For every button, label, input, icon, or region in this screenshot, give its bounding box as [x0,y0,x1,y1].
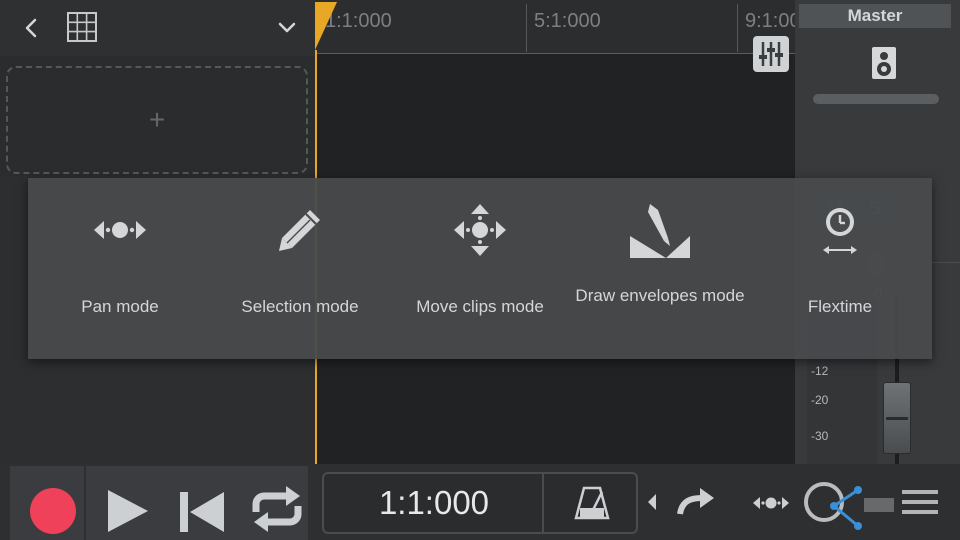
db-label: -30 [811,429,829,443]
record-button[interactable] [10,466,84,540]
flextime-clock-icon [823,208,857,254]
move-arrows-icon [454,204,506,256]
skip-to-start-icon [180,492,224,532]
master-volume-fader[interactable] [883,382,911,454]
add-track-plus: + [148,104,166,135]
transport-bar: 1:1:000 [0,464,960,540]
flextime-mode-button[interactable]: Flextime [750,178,930,359]
mode-label: Draw envelopes mode [570,285,750,306]
top-toolbar [0,0,315,56]
add-track-button[interactable]: + [6,66,308,174]
pan-mode-button[interactable]: Pan mode [30,178,210,359]
pencil-icon [279,210,320,251]
rewind-to-start-button[interactable] [160,466,234,540]
master-title: Master [799,4,951,28]
loop-button[interactable] [234,466,308,540]
time-value: 1:1:000 [378,484,490,521]
move-clips-mode-button[interactable]: Move clips mode [390,178,570,359]
scroll-left-icon[interactable] [646,492,658,512]
db-label: -12 [811,364,829,378]
metronome-icon[interactable] [574,486,610,520]
mode-label: Move clips mode [416,297,544,316]
grid-icon[interactable] [66,11,98,43]
db-label: -20 [811,393,829,407]
record-dot-icon [30,488,76,534]
ruler-tick [737,4,738,52]
mixer-sliders-icon [759,42,783,66]
mode-label-text: Draw envelopes mode [575,286,745,305]
redo-icon[interactable] [676,488,716,516]
playhead-handle[interactable] [315,0,337,50]
divider [542,474,544,532]
mode-label: Flextime [807,297,873,316]
chevron-down-icon[interactable] [274,15,300,39]
watermark-logo-icon [804,482,938,530]
mode-label: Selection mode [241,297,359,316]
play-icon [108,490,148,532]
loop-icon [252,486,302,532]
speaker-icon[interactable] [871,46,897,80]
play-button[interactable] [86,466,160,540]
master-pan-bar[interactable] [813,94,939,104]
pan-mode-toggle-icon[interactable] [752,494,790,512]
ruler-mark: 5:1:000 [534,10,601,32]
mode-label: Pan mode [81,297,159,316]
back-chevron-icon[interactable] [18,14,44,42]
edit-mode-popup: Pan mode Selection mode Move clips mode [28,178,932,359]
draw-envelopes-mode-button[interactable]: Draw envelopes mode [570,178,750,359]
selection-mode-button[interactable]: Selection mode [210,178,390,359]
pan-arrows-icon [94,221,146,239]
draw-envelope-icon [630,204,690,258]
time-ruler[interactable]: 1:1:000 5:1:000 9:1:000 [315,0,812,54]
mixer-button[interactable] [753,36,789,72]
ruler-tick [526,4,527,52]
time-display[interactable]: 1:1:000 [322,472,638,534]
